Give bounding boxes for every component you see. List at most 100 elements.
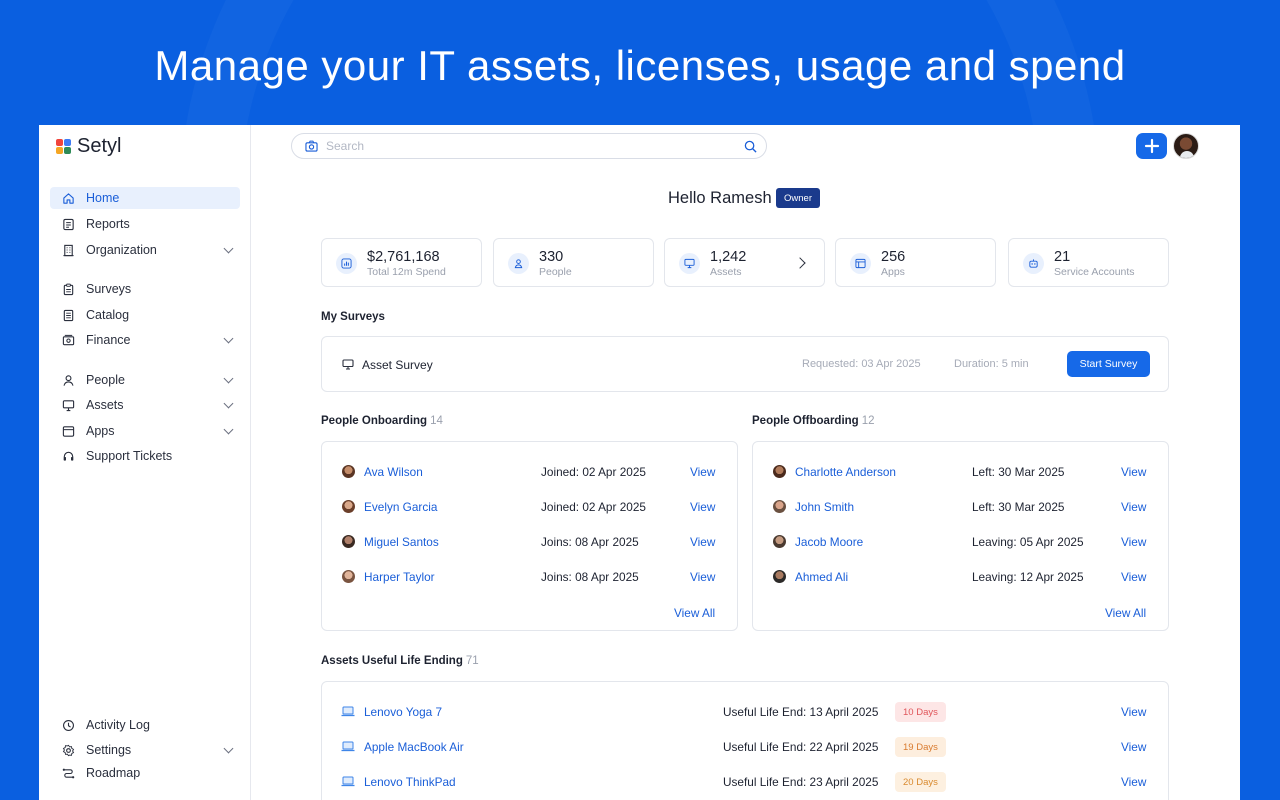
logo-mark-icon <box>56 138 71 154</box>
list-item: Harper Taylor Joins: 08 Apr 2025 View <box>322 567 737 587</box>
sidebar-item-label: Organization <box>86 243 157 257</box>
sidebar-item-reports[interactable]: Reports <box>50 213 240 235</box>
view-link[interactable]: View <box>1121 775 1146 789</box>
list-item: Miguel Santos Joins: 08 Apr 2025 View <box>322 532 737 552</box>
view-link[interactable]: View <box>690 570 715 584</box>
sidebar-item-label: People <box>86 373 125 387</box>
sidebar-item-people[interactable]: People <box>50 369 240 391</box>
sidebar-item-surveys[interactable]: Surveys <box>50 278 240 300</box>
sidebar-item-label: Settings <box>86 743 132 757</box>
stat-value: 330 <box>539 249 564 265</box>
sidebar: Setyl Home Reports Organization Surveys … <box>39 125 251 800</box>
row-date: Useful Life End: 13 April 2025 <box>723 705 879 719</box>
sidebar-item-settings[interactable]: Settings <box>50 739 240 761</box>
asset-name-link[interactable]: Lenovo ThinkPad <box>364 775 456 789</box>
search-bar[interactable] <box>291 133 767 159</box>
user-avatar[interactable] <box>1173 133 1199 159</box>
row-date: Joins: 08 Apr 2025 <box>541 535 639 549</box>
avatar <box>773 500 786 513</box>
view-all-link[interactable]: View All <box>1105 606 1146 620</box>
chevron-right-icon[interactable] <box>794 257 806 269</box>
view-link[interactable]: View <box>1121 740 1146 754</box>
person-name-link[interactable]: Charlotte Anderson <box>795 465 896 479</box>
stat-label: Service Accounts <box>1054 266 1135 278</box>
list-item: Ava Wilson Joined: 02 Apr 2025 View <box>322 462 737 482</box>
list-item: Lenovo ThinkPad Useful Life End: 23 Apri… <box>322 772 1168 792</box>
add-button[interactable] <box>1136 133 1167 159</box>
survey-name: Asset Survey <box>362 358 433 372</box>
asset-name-link[interactable]: Lenovo Yoga 7 <box>364 705 442 719</box>
sidebar-item-label: Catalog <box>86 308 130 322</box>
sidebar-item-organization[interactable]: Organization <box>50 239 240 261</box>
apps-icon <box>855 258 866 269</box>
view-link[interactable]: View <box>1121 705 1146 719</box>
stat-card-apps[interactable]: 256 Apps <box>835 238 996 287</box>
section-title-onboarding: People Onboarding 14 <box>321 415 443 427</box>
stat-icon-wrapper <box>336 253 357 274</box>
sidebar-item-finance[interactable]: Finance <box>50 329 240 351</box>
row-date: Left: 30 Mar 2025 <box>972 500 1065 514</box>
chevron-down-icon <box>223 424 234 435</box>
history-icon <box>63 719 74 731</box>
list-item: Apple MacBook Air Useful Life End: 22 Ap… <box>322 737 1168 757</box>
stat-icon-wrapper <box>850 253 871 274</box>
sidebar-item-catalog[interactable]: Catalog <box>50 304 240 326</box>
list-item: Lenovo Yoga 7 Useful Life End: 13 April … <box>322 702 1168 722</box>
sidebar-item-apps[interactable]: Apps <box>50 420 240 442</box>
person-name-link[interactable]: Miguel Santos <box>364 535 439 549</box>
view-link[interactable]: View <box>1121 535 1146 549</box>
person-name-link[interactable]: John Smith <box>795 500 854 514</box>
avatar <box>342 500 355 513</box>
sidebar-item-label: Finance <box>86 333 131 347</box>
robot-icon <box>1029 259 1038 268</box>
brand-logo[interactable]: Setyl <box>56 135 121 157</box>
days-remaining-badge: 20 Days <box>895 772 946 792</box>
laptop-icon <box>341 776 355 787</box>
sidebar-item-support-tickets[interactable]: Support Tickets <box>50 445 240 467</box>
gear-icon <box>62 744 75 756</box>
laptop-icon <box>341 741 355 752</box>
search-input[interactable] <box>326 139 706 153</box>
section-count: 12 <box>861 415 875 427</box>
person-name-link[interactable]: Ava Wilson <box>364 465 423 479</box>
row-date: Leaving: 12 Apr 2025 <box>972 570 1084 584</box>
stat-card-spend[interactable]: $2,761,168 Total 12m Spend <box>321 238 482 287</box>
view-all-link[interactable]: View All <box>674 606 715 620</box>
person-name-link[interactable]: Evelyn Garcia <box>364 500 437 514</box>
section-count: 71 <box>465 655 479 667</box>
list-item: Evelyn Garcia Joined: 02 Apr 2025 View <box>322 497 737 517</box>
list-item: Jacob Moore Leaving: 05 Apr 2025 View <box>753 532 1168 552</box>
sidebar-item-activity-log[interactable]: Activity Log <box>50 714 240 736</box>
asset-name-link[interactable]: Apple MacBook Air <box>364 740 464 754</box>
view-link[interactable]: View <box>1121 465 1146 479</box>
view-link[interactable]: View <box>690 465 715 479</box>
camera-icon[interactable] <box>305 140 318 152</box>
view-link[interactable]: View <box>690 535 715 549</box>
person-name-link[interactable]: Ahmed Ali <box>795 570 848 584</box>
stat-icon-wrapper <box>1023 253 1044 274</box>
stat-label: Apps <box>881 266 905 278</box>
search-icon[interactable] <box>744 140 757 153</box>
view-link[interactable]: View <box>690 500 715 514</box>
avatar <box>342 465 355 478</box>
stat-card-people[interactable]: 330 People <box>493 238 654 287</box>
avatar <box>773 465 786 478</box>
list-item: John Smith Left: 30 Mar 2025 View <box>753 497 1168 517</box>
person-name-link[interactable]: Jacob Moore <box>795 535 863 549</box>
sidebar-item-roadmap[interactable]: Roadmap <box>50 762 240 784</box>
sidebar-item-home[interactable]: Home <box>50 187 240 209</box>
sidebar-item-label: Surveys <box>86 282 132 296</box>
stat-label: Assets <box>710 266 742 278</box>
view-link[interactable]: View <box>1121 500 1146 514</box>
view-link[interactable]: View <box>1121 570 1146 584</box>
avatar <box>342 535 355 548</box>
stat-card-assets[interactable]: 1,242 Assets <box>664 238 825 287</box>
person-name-link[interactable]: Harper Taylor <box>364 570 435 584</box>
row-date: Joined: 02 Apr 2025 <box>541 500 646 514</box>
laptop-icon <box>341 706 355 717</box>
sidebar-item-assets[interactable]: Assets <box>50 394 240 416</box>
start-survey-button[interactable]: Start Survey <box>1067 351 1150 377</box>
stat-card-service-accounts[interactable]: 21 Service Accounts <box>1008 238 1169 287</box>
plus-icon <box>1144 138 1159 154</box>
building-icon <box>63 244 74 256</box>
